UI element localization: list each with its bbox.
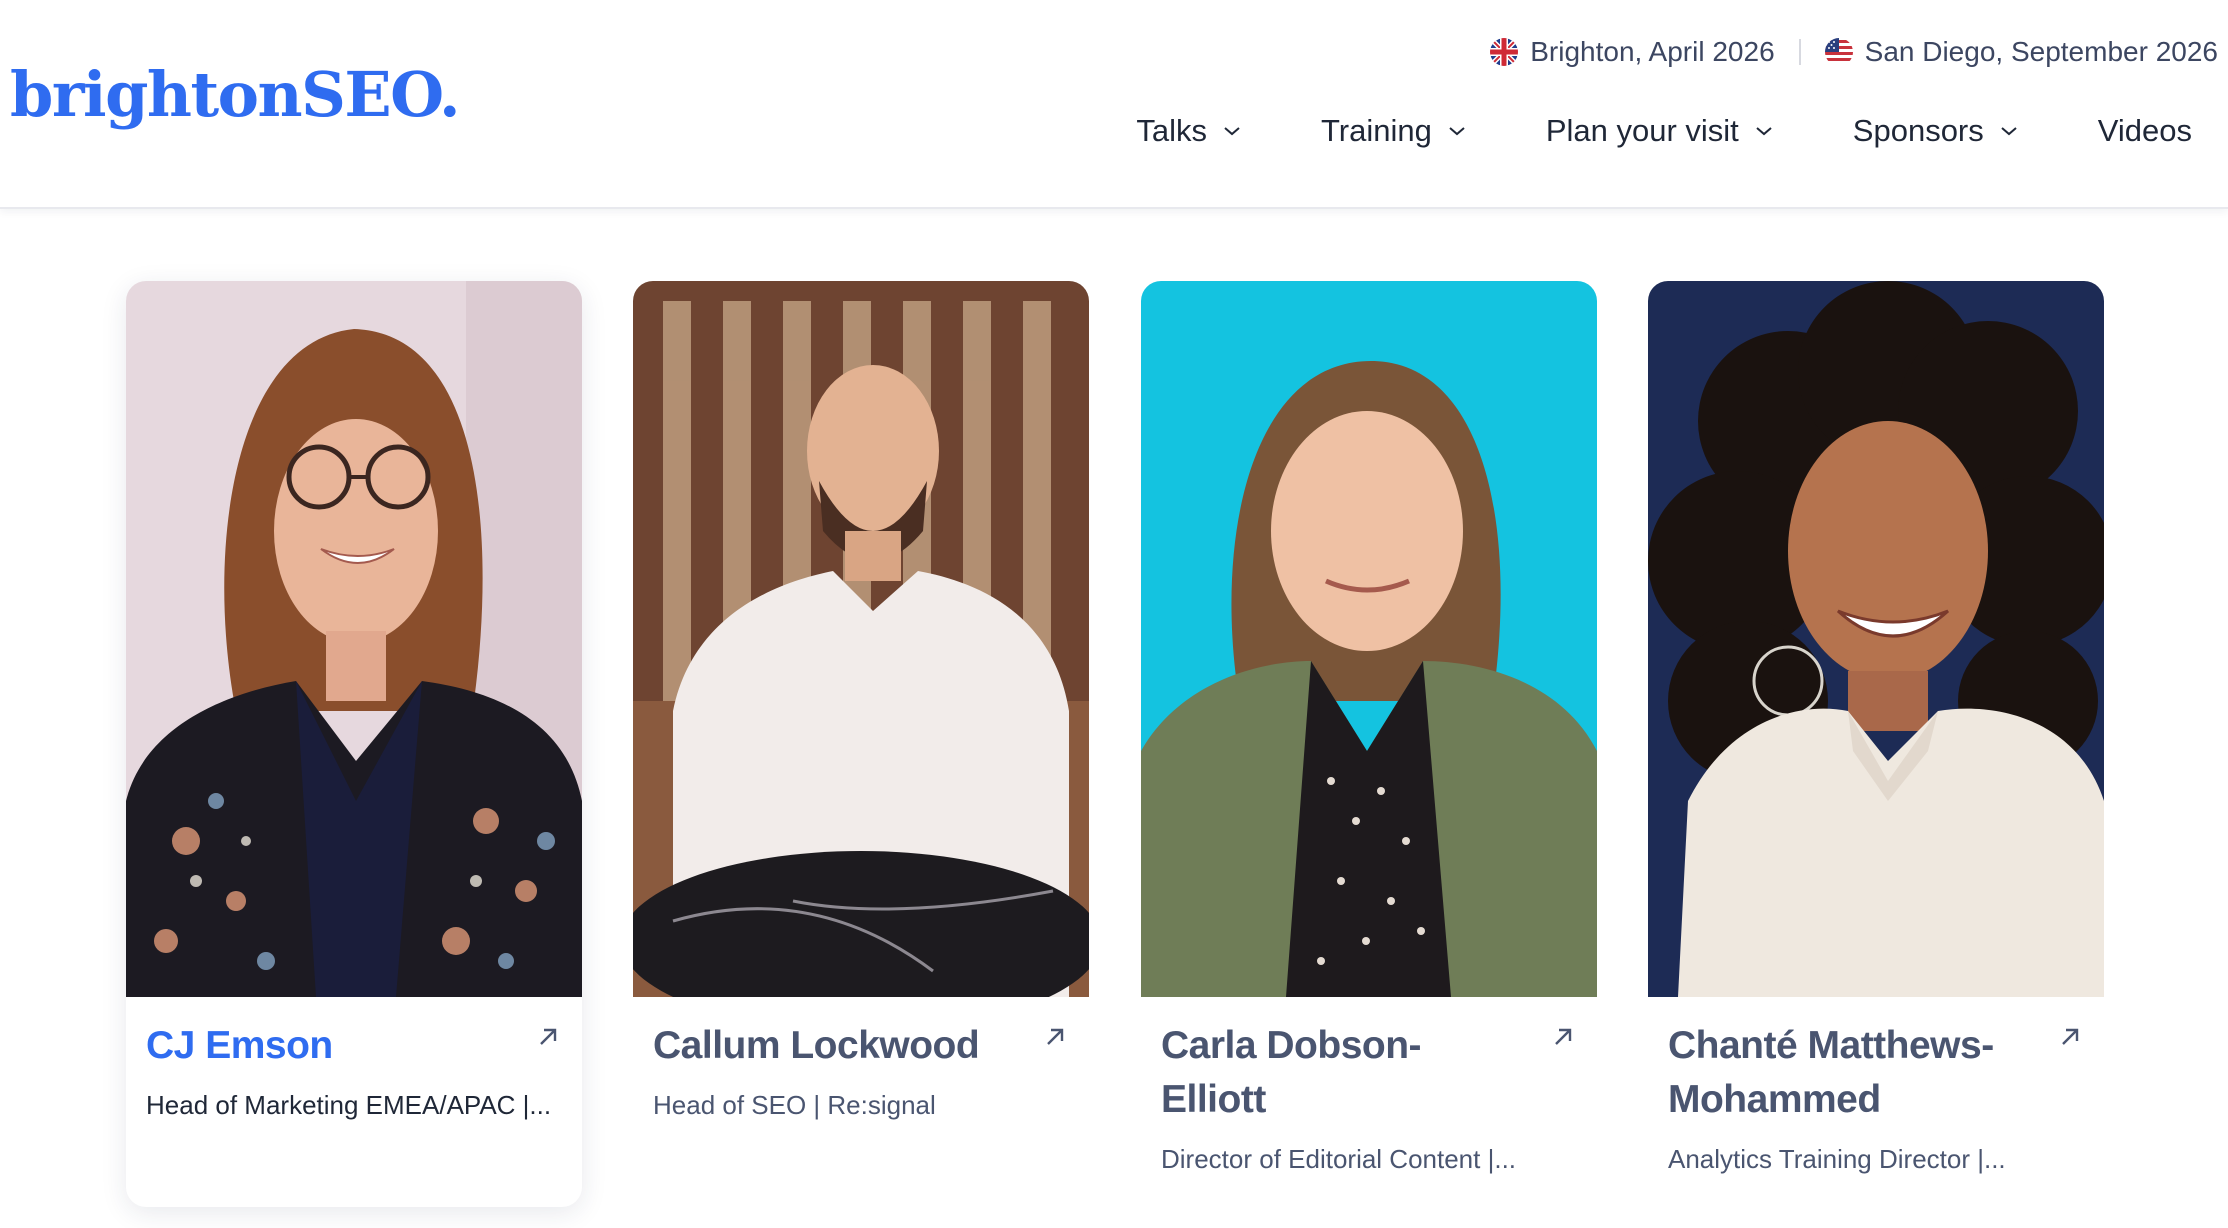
nav-videos-label: Videos [2097,113,2192,148]
nav-sponsors[interactable]: Sponsors [1853,113,2018,149]
speaker-photo[interactable] [1648,281,2104,997]
nav-plan-your-visit-label: Plan your visit [1545,113,1739,148]
nav-plan-your-visit[interactable]: Plan your visit [1546,113,1773,149]
speaker-role: Analytics Training Director |... [1668,1144,2006,1174]
site-header: brightonSEO. Brighton, April 2026 San Di… [0,0,2228,209]
speaker-name[interactable]: Chanté Matthews-Mohammed [1668,1019,2048,1127]
event-brighton-link[interactable]: Brighton, April 2026 [1490,36,1775,68]
brightonseo-logo[interactable]: brightonSEO. [10,52,461,138]
nav-talks-label: Talks [1136,113,1207,148]
speaker-photo[interactable] [126,281,582,997]
speaker-info: CJ Emson Head of Marketing EMEA/APAC |..… [126,997,582,1123]
uk-flag-icon [1490,38,1519,66]
speaker-info: Callum Lockwood Head of SEO | Re:signal [633,997,1089,1123]
speaker-name[interactable]: Carla Dobson-Elliott [1161,1019,1491,1127]
event-divider [1798,39,1801,65]
speaker-card-cj-emson[interactable]: CJ Emson Head of Marketing EMEA/APAC |..… [126,281,582,1207]
arrow-up-right-icon[interactable] [1043,1025,1067,1049]
speaker-card-callum-lockwood[interactable]: Callum Lockwood Head of SEO | Re:signal [633,281,1089,1207]
arrow-up-right-icon[interactable] [536,1025,560,1049]
main-navigation: Talks Training Plan your visit Sponsors … [1136,106,2192,156]
arrow-up-right-icon[interactable] [1551,1025,1575,1049]
event-selector: Brighton, April 2026 San Diego, Septembe… [1490,30,2218,74]
nav-videos[interactable]: Videos [2098,113,2192,149]
speaker-photo[interactable] [633,281,1089,997]
event-san-diego-label: San Diego, September 2026 [1864,36,2218,67]
chevron-down-icon [1224,127,1240,136]
speaker-grid: CJ Emson Head of Marketing EMEA/APAC |..… [126,281,2106,1228]
speaker-role: Director of Editorial Content |... [1161,1144,1517,1174]
nav-sponsors-label: Sponsors [1852,113,1984,148]
speaker-name[interactable]: CJ Emson [146,1019,486,1073]
speaker-info: Carla Dobson-Elliott Director of Editori… [1141,997,1597,1177]
event-san-diego-link[interactable]: San Diego, September 2026 [1824,36,2218,68]
chevron-down-icon [2001,127,2017,136]
nav-training[interactable]: Training [1321,113,1466,149]
chevron-down-icon [1756,127,1772,136]
speaker-name[interactable]: Callum Lockwood [653,1019,1033,1073]
arrow-up-right-icon[interactable] [2058,1025,2082,1049]
speaker-info: Chanté Matthews-Mohammed Analytics Train… [1648,997,2104,1177]
speaker-role: Head of Marketing EMEA/APAC |... [146,1090,552,1120]
chevron-down-icon [1449,127,1465,136]
nav-talks[interactable]: Talks [1136,113,1241,149]
speaker-photo[interactable] [1141,281,1597,997]
speaker-card-carla-dobson-elliott[interactable]: Carla Dobson-Elliott Director of Editori… [1141,281,1597,1207]
nav-training-label: Training [1320,113,1432,148]
us-flag-icon [1824,38,1853,66]
speaker-role: Head of SEO | Re:signal [653,1090,936,1120]
speaker-card-chante-matthews-mohammed[interactable]: Chanté Matthews-Mohammed Analytics Train… [1648,281,2104,1207]
event-brighton-label: Brighton, April 2026 [1530,36,1775,67]
